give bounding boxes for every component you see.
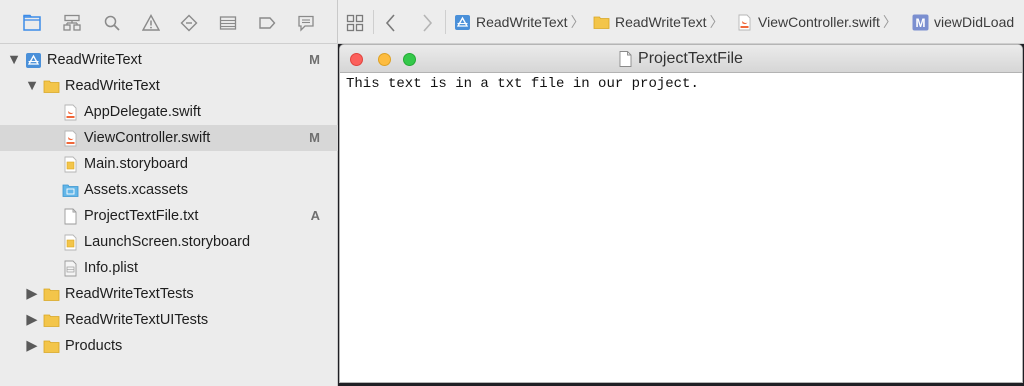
group-row[interactable]: ▼ ReadWriteText <box>0 73 338 99</box>
forward-arrow-icon[interactable] <box>420 13 438 32</box>
window-titlebar[interactable]: ProjectTextFile <box>340 45 1022 73</box>
text-file-icon <box>62 208 79 225</box>
item-label: Products <box>65 338 123 354</box>
file-row[interactable]: LaunchScreen.storyboard <box>0 229 338 255</box>
window-title-area: ProjectTextFile <box>340 45 1022 73</box>
folder-icon <box>43 286 60 303</box>
chevron-right-icon: 〉 <box>570 14 585 30</box>
swift-file-icon <box>62 130 79 147</box>
project-root-row[interactable]: ▼ ReadWriteText M <box>0 47 338 73</box>
file-row[interactable]: Assets.xcassets <box>0 177 338 203</box>
report-navigator-icon[interactable] <box>297 14 315 32</box>
item-label: ReadWriteText <box>47 52 142 68</box>
file-row[interactable]: Info.plist <box>0 255 338 281</box>
item-label: ReadWriteTextUITests <box>65 312 209 328</box>
file-text: This text is in a txt file in our projec… <box>346 76 699 92</box>
storyboard-icon <box>62 234 79 251</box>
scm-status-badge: M <box>309 130 320 145</box>
scm-status-badge: M <box>309 52 320 67</box>
breadcrumb-file[interactable]: ViewController.swift 〉 <box>736 12 897 32</box>
disclosure-expanded-icon[interactable]: ▼ <box>25 78 39 94</box>
svg-text:M: M <box>916 16 926 30</box>
related-items-icon[interactable] <box>346 14 364 32</box>
group-row[interactable]: ▶ Products <box>0 333 338 359</box>
window-title: ProjectTextFile <box>638 50 743 67</box>
back-arrow-icon[interactable] <box>384 13 402 32</box>
breadcrumb-label: ViewController.swift <box>758 14 880 30</box>
storyboard-icon <box>62 156 79 173</box>
breakpoint-navigator-icon[interactable] <box>258 14 276 32</box>
breadcrumb-label: ReadWriteText <box>615 14 707 30</box>
asset-catalog-icon <box>62 182 79 199</box>
breadcrumb-group[interactable]: ReadWriteText 〉 <box>593 12 724 32</box>
item-label: Assets.xcassets <box>84 182 188 198</box>
text-preview-window: ProjectTextFile This text is in a txt fi… <box>339 44 1023 383</box>
project-icon <box>454 14 471 31</box>
folder-navigator-icon[interactable] <box>23 14 41 32</box>
folder-icon <box>593 14 610 31</box>
file-row-selected[interactable]: ViewController.swift M <box>0 125 338 151</box>
folder-icon <box>43 338 60 355</box>
group-row[interactable]: ▶ ReadWriteTextTests <box>0 281 338 307</box>
breadcrumb-project[interactable]: ReadWriteText 〉 <box>454 12 585 32</box>
breadcrumb-label: viewDidLoad <box>934 14 1015 30</box>
breadcrumb-method[interactable]: M viewDidLoad <box>912 12 1024 32</box>
jump-bar: ReadWriteText 〉 ReadWriteText 〉 ViewCont… <box>338 0 1024 44</box>
item-label: ViewController.swift <box>84 130 211 146</box>
item-label: ReadWriteTextTests <box>65 286 194 302</box>
text-content-area[interactable]: This text is in a txt file in our projec… <box>340 73 1022 95</box>
chevron-right-icon: 〉 <box>882 14 897 30</box>
disclosure-collapsed-icon[interactable]: ▶ <box>25 286 39 302</box>
disclosure-expanded-icon[interactable]: ▼ <box>7 52 21 68</box>
debug-navigator-icon[interactable] <box>219 14 237 32</box>
test-navigator-icon[interactable] <box>180 14 198 32</box>
method-icon: M <box>912 14 929 31</box>
item-label: ProjectTextFile.txt <box>84 208 199 224</box>
navigator-selector-bar <box>0 0 338 44</box>
swift-file-icon <box>736 14 753 31</box>
group-row[interactable]: ▶ ReadWriteTextUITests <box>0 307 338 333</box>
file-row[interactable]: Main.storyboard <box>0 151 338 177</box>
symbol-navigator-icon[interactable] <box>63 14 81 32</box>
project-icon <box>25 52 42 69</box>
item-label: ReadWriteText <box>65 78 160 94</box>
chevron-right-icon: 〉 <box>709 14 724 30</box>
breadcrumb-label: ReadWriteText <box>476 14 568 30</box>
plist-icon <box>62 260 79 277</box>
warning-icon[interactable] <box>142 14 160 32</box>
project-navigator: ▼ ReadWriteText M ▼ ReadWriteText AppDel… <box>0 0 338 386</box>
file-row[interactable]: AppDelegate.swift <box>0 99 338 125</box>
swift-file-icon <box>62 104 79 121</box>
item-label: LaunchScreen.storyboard <box>84 234 251 250</box>
search-icon[interactable] <box>103 14 121 32</box>
scm-status-badge: A <box>310 208 320 223</box>
item-label: Info.plist <box>84 260 138 276</box>
folder-icon <box>43 312 60 329</box>
item-label: Main.storyboard <box>84 156 188 172</box>
disclosure-collapsed-icon[interactable]: ▶ <box>25 312 39 328</box>
disclosure-collapsed-icon[interactable]: ▶ <box>25 338 39 354</box>
document-icon <box>619 51 632 67</box>
file-row[interactable]: ProjectTextFile.txt A <box>0 203 338 229</box>
folder-icon <box>43 78 60 95</box>
item-label: AppDelegate.swift <box>84 104 201 120</box>
